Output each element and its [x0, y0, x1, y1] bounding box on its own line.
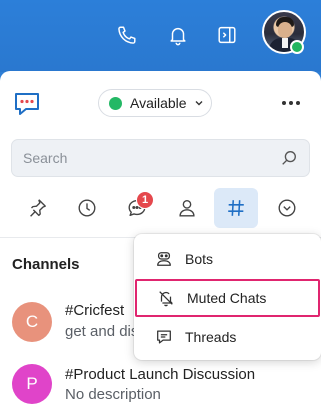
tab-more[interactable]: [265, 188, 309, 228]
channel-description: get and dis: [65, 323, 139, 340]
menu-item-bots[interactable]: Bots: [134, 240, 321, 278]
menu-item-muted-chats[interactable]: Muted Chats: [135, 279, 320, 317]
muted-bell-icon: [159, 291, 173, 307]
tab-recent[interactable]: [65, 188, 109, 228]
channels-heading: Channels: [12, 256, 80, 273]
menu-item-label: Muted Chats: [187, 290, 267, 306]
menu-item-label: Threads: [185, 329, 237, 345]
pin-icon: [30, 199, 46, 217]
presence-indicator: [290, 40, 304, 54]
channel-name[interactable]: #Product Launch Discussion: [65, 366, 255, 383]
status-label: Available: [130, 95, 187, 111]
sidebar-toggle-icon[interactable]: [214, 22, 240, 48]
menu-item-label: Bots: [185, 251, 214, 267]
unread-badge: 1: [136, 191, 154, 209]
menu-item-threads[interactable]: Threads: [134, 318, 321, 356]
hash-icon: [228, 200, 244, 216]
more-options-icon[interactable]: [280, 94, 302, 112]
search-bar: [11, 139, 310, 177]
status-selector[interactable]: Available: [98, 89, 212, 117]
bot-icon: [157, 252, 171, 266]
thread-icon: [157, 330, 171, 344]
chevron-down-icon: [195, 101, 203, 106]
status-dot: [109, 96, 122, 110]
search-icon[interactable]: [280, 149, 298, 167]
clock-icon: [78, 199, 96, 217]
phone-icon[interactable]: [114, 22, 140, 48]
search-input[interactable]: [12, 140, 272, 176]
channel-description: No description: [65, 386, 161, 403]
tab-pinned[interactable]: [15, 188, 59, 228]
person-icon: [179, 199, 195, 217]
tab-contacts[interactable]: [165, 188, 209, 228]
channel-name[interactable]: #Cricfest: [65, 302, 124, 319]
tab-channels[interactable]: [214, 188, 258, 228]
channel-avatar[interactable]: C: [12, 302, 52, 342]
channel-avatar[interactable]: P: [12, 364, 52, 404]
bell-icon[interactable]: [165, 22, 191, 48]
channels-filter-menu: Bots Muted Chats Threads: [134, 234, 321, 360]
chevron-down-circle-icon: [278, 199, 296, 217]
chat-app-icon: [13, 91, 41, 117]
